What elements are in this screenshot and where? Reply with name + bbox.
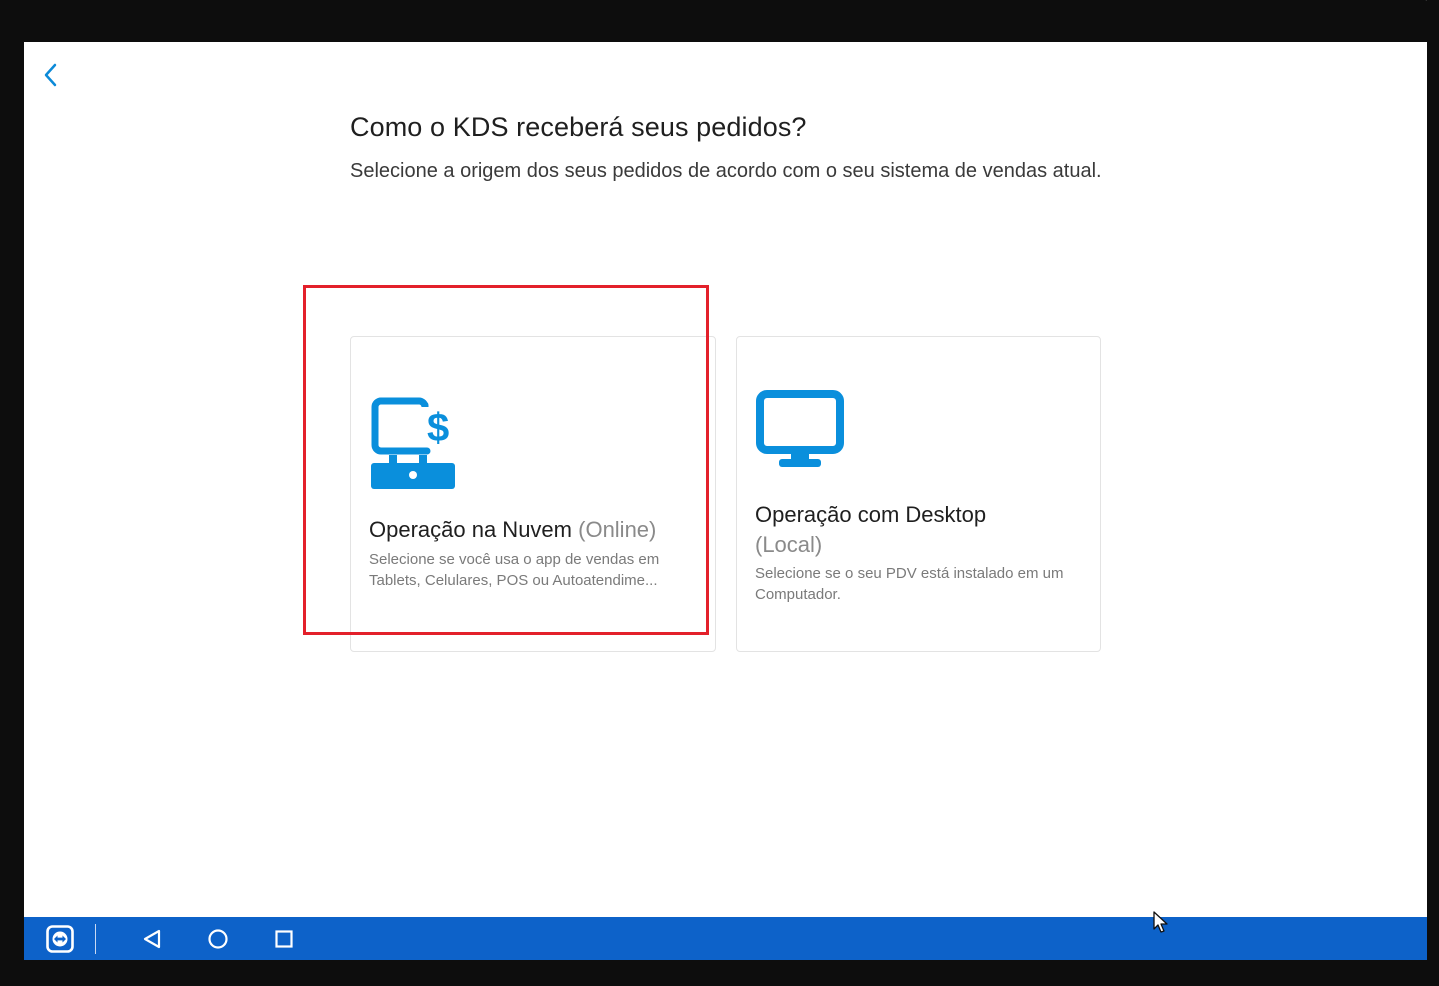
option-title: Operação com Desktop (Local) bbox=[755, 500, 1055, 560]
option-qualifier: (Online) bbox=[578, 517, 657, 542]
mouse-cursor-icon bbox=[1153, 911, 1168, 933]
cloud-pos-icon: $ bbox=[371, 397, 455, 489]
option-description: Selecione se o seu PDV está instalado em… bbox=[755, 565, 1064, 603]
nav-home-button[interactable] bbox=[202, 917, 234, 960]
option-title-text: Operação na Nuvem bbox=[369, 517, 572, 542]
back-triangle-icon bbox=[143, 929, 161, 948]
option-card-desktop[interactable]: Operação com Desktop (Local) Selecione se… bbox=[736, 336, 1101, 652]
app-screen: Como o KDS receberá seus pedidos? Seleci… bbox=[24, 42, 1427, 960]
page-title: Como o KDS receberá seus pedidos? bbox=[350, 112, 807, 142]
svg-text:$: $ bbox=[427, 406, 449, 450]
option-description: Selecione se você usa o app de vendas em… bbox=[369, 551, 660, 589]
home-circle-icon bbox=[208, 928, 228, 949]
page-subtitle: Selecione a origem dos seus pedidos de a… bbox=[350, 160, 1102, 182]
recents-square-icon bbox=[275, 929, 293, 948]
option-card-cloud[interactable]: $ Operação na Nuvem (Online) Selecione s… bbox=[350, 336, 716, 652]
chevron-left-icon bbox=[44, 63, 57, 87]
option-title: Operação na Nuvem (Online) bbox=[369, 515, 709, 545]
navbar-divider bbox=[95, 924, 96, 954]
device-bezel-left bbox=[0, 0, 24, 986]
device-bezel-right bbox=[1427, 0, 1439, 986]
teamviewer-button[interactable] bbox=[42, 917, 78, 960]
nav-recents-button[interactable] bbox=[268, 917, 300, 960]
device-bezel-top bbox=[0, 0, 1439, 42]
option-qualifier: (Local) bbox=[755, 532, 823, 557]
back-button[interactable] bbox=[38, 60, 64, 90]
nav-back-button[interactable] bbox=[136, 917, 168, 960]
android-navigation-bar bbox=[24, 917, 1427, 960]
option-title-text: Operação com Desktop bbox=[755, 502, 987, 527]
device-bezel-bottom bbox=[0, 960, 1439, 986]
desktop-monitor-icon bbox=[756, 390, 844, 467]
teamviewer-icon bbox=[46, 924, 74, 953]
